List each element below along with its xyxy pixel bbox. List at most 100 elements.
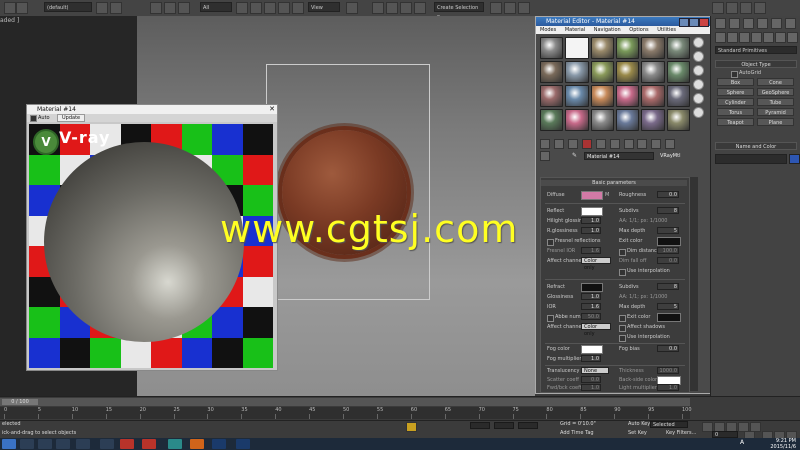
material-sample-slot[interactable] — [565, 61, 589, 83]
object-color-swatch[interactable] — [789, 154, 800, 164]
reflect-swatch[interactable] — [581, 207, 603, 216]
dim-falloff-spinner[interactable]: 0.0 — [657, 257, 679, 264]
render-iterative-icon[interactable] — [754, 2, 766, 14]
track-bar[interactable]: 0 5 10 15 20 25 30 35 40 45 50 55 60 65 70 75 80 85 90 95 10… — [0, 407, 692, 419]
utilities-tab-icon[interactable] — [785, 18, 796, 29]
max-depth-spinner[interactable]: 5 — [657, 227, 679, 234]
object-type-rollout[interactable]: Object Type — [715, 60, 797, 68]
close-icon[interactable] — [699, 18, 709, 27]
spacewarps-icon[interactable] — [775, 32, 786, 43]
motion-tab-icon[interactable] — [757, 18, 768, 29]
taskbar-app-icon[interactable] — [100, 439, 114, 449]
menu-utilities[interactable]: Utilities — [657, 27, 676, 33]
uv-tiling-icon[interactable] — [693, 79, 704, 90]
key-mode-dropdown[interactable]: Selected — [650, 421, 688, 428]
fresnel-ior-spinner[interactable]: 1.6 — [581, 247, 601, 254]
layer-add-icon[interactable] — [110, 2, 122, 14]
taskbar-acrobat-icon[interactable] — [120, 439, 134, 449]
add-time-tag[interactable]: Add Time Tag — [560, 430, 594, 436]
geometry-icon[interactable] — [715, 32, 726, 43]
material-sample-slot[interactable] — [616, 109, 640, 131]
ior-spinner[interactable]: 1.6 — [581, 303, 601, 310]
material-sample-slot[interactable] — [540, 37, 564, 59]
unlink-icon[interactable] — [164, 2, 176, 14]
sphere-button[interactable]: Sphere — [717, 88, 754, 96]
z-coord-field[interactable] — [518, 422, 538, 429]
material-sample-slot[interactable] — [590, 37, 614, 59]
dim-distance-checkbox[interactable] — [619, 249, 626, 256]
render-setup-icon[interactable] — [712, 2, 724, 14]
material-editor-title-bar[interactable]: Material Editor - Material #14 — [536, 17, 711, 27]
tube-button[interactable]: Tube — [757, 98, 794, 106]
render-icon[interactable] — [740, 2, 752, 14]
go-to-parent-icon[interactable] — [665, 139, 676, 149]
material-sample-slot[interactable] — [666, 109, 690, 131]
make-unique-icon[interactable] — [595, 139, 606, 149]
taskbar-office-icon[interactable] — [142, 439, 156, 449]
material-sample-slot[interactable] — [641, 37, 665, 59]
rollout-header[interactable]: Basic parameters — [541, 180, 687, 186]
percent-snap-icon[interactable] — [400, 2, 412, 14]
dim-distance-spinner[interactable]: 100.0 — [657, 247, 679, 254]
layer-dropdown[interactable]: (default) — [44, 2, 92, 12]
language-indicator[interactable]: A — [740, 439, 744, 446]
abbe-spinner[interactable]: 50.0 — [581, 313, 601, 320]
pyramid-button[interactable]: Pyramid — [757, 108, 794, 116]
material-sample-slot[interactable] — [540, 109, 564, 131]
lock-selection-icon[interactable] — [406, 422, 417, 432]
video-color-check-icon[interactable] — [693, 93, 704, 104]
set-key-button[interactable]: Set Key — [628, 430, 647, 436]
reset-map-icon[interactable] — [581, 139, 592, 149]
light-multiplier-spinner[interactable]: 1.0 — [657, 384, 679, 391]
material-sample-slot[interactable] — [616, 37, 640, 59]
key-filters-button[interactable]: Key Filters... — [666, 430, 696, 436]
menu-options[interactable]: Options — [629, 27, 648, 33]
taskbar-3dsmax-icon[interactable] — [168, 439, 182, 449]
material-sample-slot[interactable] — [565, 37, 589, 59]
create-tab-icon[interactable] — [715, 18, 726, 29]
hierarchy-tab-icon[interactable] — [743, 18, 754, 29]
redo-icon[interactable] — [16, 2, 28, 14]
name-and-color-rollout[interactable]: Name and Color — [715, 142, 797, 150]
taskbar-app-icon[interactable] — [20, 439, 34, 449]
select-icon[interactable] — [236, 2, 248, 14]
material-sample-slot[interactable] — [641, 85, 665, 107]
diffuse-map-button[interactable]: M — [605, 192, 609, 198]
material-sample-slot[interactable] — [540, 61, 564, 83]
current-frame-field[interactable]: 0 — [712, 431, 738, 438]
taskbar-app-icon[interactable] — [56, 439, 70, 449]
refract-use-interpolation-checkbox[interactable] — [619, 335, 626, 342]
material-sample-slot[interactable] — [540, 85, 564, 107]
minimize-icon[interactable] — [679, 18, 689, 27]
affect-channels-dropdown[interactable]: Color only — [581, 257, 611, 271]
fog-bias-spinner[interactable]: 0.0 — [657, 345, 679, 352]
shapes-icon[interactable] — [727, 32, 738, 43]
hilight-glossiness-spinner[interactable]: 1.0 — [581, 217, 601, 224]
material-id-icon[interactable] — [623, 139, 634, 149]
cone-button[interactable]: Cone — [757, 78, 794, 86]
fog-color-swatch[interactable] — [581, 345, 603, 354]
preview-title-bar[interactable]: Material #14 ✕ — [27, 105, 277, 114]
material-name-field[interactable]: Material #14 — [584, 152, 654, 160]
refract-exit-checkbox[interactable] — [619, 315, 626, 322]
taskbar-firefox-icon[interactable] — [190, 439, 204, 449]
selection-filter-dropdown[interactable]: All — [200, 2, 232, 12]
assign-to-selection-icon[interactable] — [567, 139, 578, 149]
object-name-field[interactable] — [715, 154, 787, 164]
show-map-icon[interactable] — [637, 139, 648, 149]
material-sample-slot[interactable] — [641, 61, 665, 83]
mirror-icon[interactable] — [490, 2, 502, 14]
align-icon[interactable] — [504, 2, 516, 14]
maximize-icon[interactable] — [689, 18, 699, 27]
layer-icon[interactable] — [96, 2, 108, 14]
menu-material[interactable]: Material — [565, 27, 585, 33]
use-interpolation-checkbox[interactable] — [619, 269, 626, 276]
box-button[interactable]: Box — [717, 78, 754, 86]
refract-glossiness-spinner[interactable]: 1.0 — [581, 293, 601, 300]
material-sample-slot[interactable] — [565, 109, 589, 131]
display-tab-icon[interactable] — [771, 18, 782, 29]
update-button[interactable]: Update — [57, 114, 86, 122]
make-preview-icon[interactable] — [693, 107, 704, 118]
material-sample-slot[interactable] — [616, 85, 640, 107]
auto-checkbox[interactable] — [30, 115, 37, 122]
